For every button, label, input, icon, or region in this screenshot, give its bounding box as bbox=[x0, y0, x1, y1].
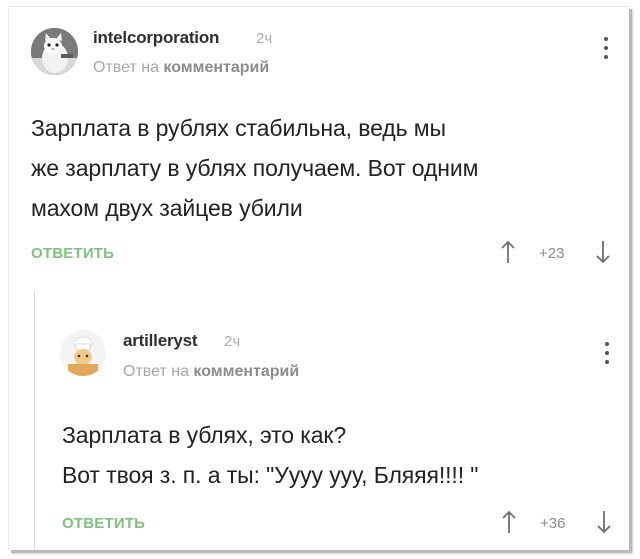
reply-button[interactable]: ОТВЕТИТЬ bbox=[62, 515, 145, 532]
chef-avatar-icon[interactable] bbox=[60, 330, 106, 376]
comment-intelcorporation: intelcorporation 2ч Ответ на комментарий… bbox=[9, 7, 629, 277]
reply-to-line: Ответ на комментарий bbox=[93, 59, 269, 77]
comment-thread: intelcorporation 2ч Ответ на комментарий… bbox=[8, 6, 629, 550]
comment-text-line: махом двух зайцев убили bbox=[31, 195, 303, 221]
comment-text-line: Зарплата в рублях стабильна, ведь мы bbox=[31, 115, 446, 141]
reply-prefix: Ответ на bbox=[93, 59, 159, 76]
arrow-up-icon[interactable] bbox=[501, 510, 517, 534]
reply-target-link[interactable]: комментарий bbox=[193, 363, 299, 380]
comment-text-line: Зарплата в ублях, это как? bbox=[62, 422, 347, 448]
vote-score: +23 bbox=[539, 245, 565, 262]
vote-score: +36 bbox=[540, 515, 566, 532]
comment-artilleryst: artilleryst 2ч Ответ на комментарий Зарп… bbox=[34, 291, 629, 549]
comment-author[interactable]: artilleryst bbox=[123, 331, 198, 351]
reply-button[interactable]: ОТВЕТИТЬ bbox=[31, 245, 114, 262]
comment-text-line: Вот твоя з. п. а ты: "Уууу ууу, Бляяя!!!… bbox=[62, 462, 479, 488]
kebab-menu-icon[interactable] bbox=[599, 37, 613, 63]
comment-author[interactable]: intelcorporation bbox=[93, 28, 219, 48]
kebab-menu-icon[interactable] bbox=[600, 342, 614, 368]
reply-target-link[interactable]: комментарий bbox=[163, 59, 269, 76]
arrow-up-icon[interactable] bbox=[500, 240, 516, 264]
comment-time: 2ч bbox=[256, 30, 273, 47]
reply-prefix: Ответ на bbox=[123, 363, 189, 380]
comment-text-line: же зарплату в ублях получаем. Вот одним bbox=[31, 155, 479, 181]
arrow-down-icon[interactable] bbox=[595, 240, 611, 264]
comment-time: 2ч bbox=[224, 333, 241, 350]
reply-to-line: Ответ на комментарий bbox=[123, 363, 299, 381]
arrow-down-icon[interactable] bbox=[596, 510, 612, 534]
cat-avatar-icon[interactable] bbox=[31, 28, 78, 75]
